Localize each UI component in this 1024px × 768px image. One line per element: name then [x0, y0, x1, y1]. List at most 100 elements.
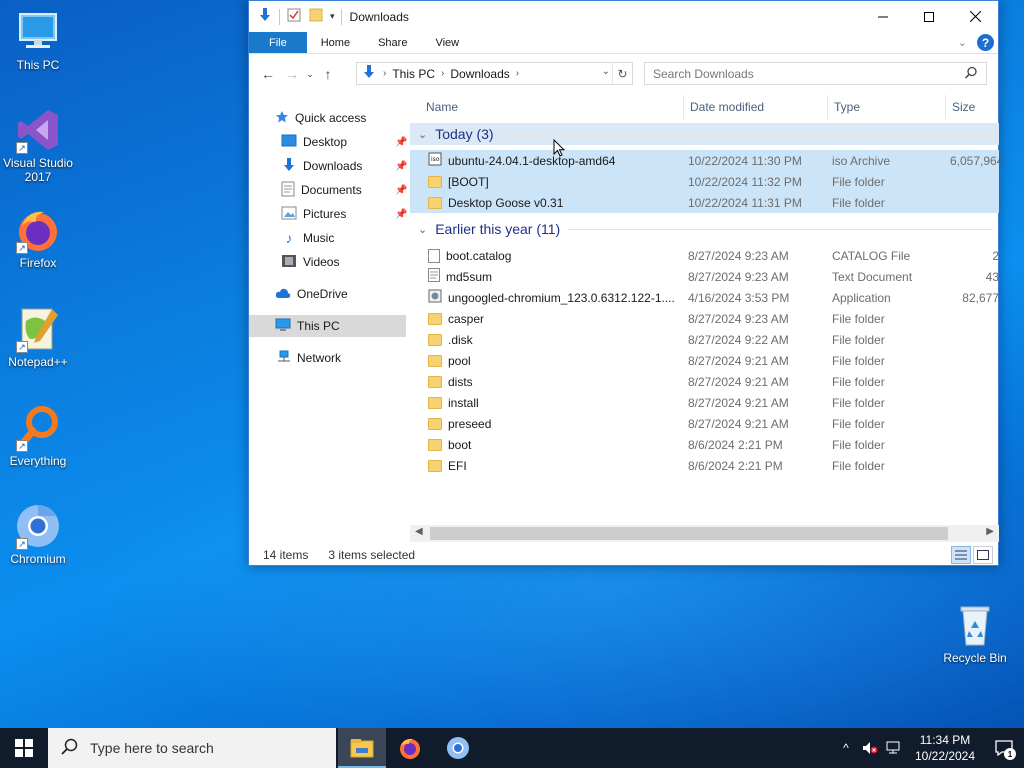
file-type: File folder [832, 458, 885, 473]
table-row[interactable]: dists 8/27/2024 9:21 AM File folder [410, 371, 999, 392]
desktop-icon-firefox[interactable]: ↗ Firefox [0, 206, 76, 270]
nav-documents[interactable]: Documents 📌 [281, 179, 407, 201]
table-row[interactable]: casper 8/27/2024 9:23 AM File folder [410, 308, 999, 329]
scroll-left-icon[interactable]: ◀ [415, 526, 423, 537]
tab-file[interactable]: File [249, 32, 307, 53]
group-header-earlier[interactable]: ⌄ Earlier this year (11) [410, 218, 999, 240]
recent-locations-button[interactable]: ⌄ [304, 62, 316, 86]
up-button[interactable]: ↑ [316, 62, 340, 86]
document-icon [281, 181, 295, 200]
nav-videos[interactable]: Videos [281, 251, 339, 273]
breadcrumb-chevron-icon[interactable]: › [441, 68, 444, 79]
folder-icon [428, 417, 442, 430]
folder-icon [428, 354, 442, 367]
search-input[interactable]: Search Downloads [653, 67, 754, 81]
file-type: File folder [832, 195, 885, 210]
address-bar[interactable]: › This PC › Downloads › ⌄ ↻ [356, 62, 633, 85]
file-explorer-window[interactable]: ▾ Downloads File Home Share View ⌄ ? ← →… [248, 0, 999, 566]
column-header-name[interactable]: Name [420, 95, 684, 119]
desktop-icon-chromium[interactable]: ↗ Chromium [0, 502, 76, 566]
music-note-icon: ♪ [285, 230, 293, 246]
table-row[interactable]: boot 8/6/2024 2:21 PM File folder [410, 434, 999, 455]
file-explorer-icon [350, 739, 374, 758]
taskbar-search-box[interactable]: Type here to search [48, 728, 336, 768]
table-row[interactable]: .disk 8/27/2024 9:22 AM File folder [410, 329, 999, 350]
nav-desktop[interactable]: Desktop 📌 [281, 131, 407, 153]
file-list[interactable]: Name Date modified Type Size ⌄ Today (3)… [410, 95, 999, 525]
divider [279, 8, 280, 25]
table-row[interactable]: install 8/27/2024 9:21 AM File folder [410, 392, 999, 413]
notification-badge: 1 [1004, 748, 1016, 760]
volume-muted-icon[interactable] [858, 728, 882, 768]
column-header-type[interactable]: Type [828, 95, 946, 119]
table-row[interactable]: preseed 8/27/2024 9:21 AM File folder [410, 413, 999, 434]
taskbar-file-explorer[interactable] [338, 728, 386, 768]
table-row[interactable]: pool 8/27/2024 9:21 AM File folder [410, 350, 999, 371]
network-icon[interactable] [882, 728, 906, 768]
tab-view[interactable]: View [421, 32, 473, 53]
breadcrumb-chevron-icon[interactable]: › [516, 68, 519, 79]
table-row[interactable]: [BOOT] 10/22/2024 11:32 PM File folder [410, 171, 999, 192]
nav-pictures[interactable]: Pictures 📌 [281, 203, 407, 225]
scroll-right-icon[interactable]: ▶ [986, 526, 994, 537]
file-name: Desktop Goose v0.31 [448, 195, 564, 210]
action-center-button[interactable]: 1 [984, 728, 1024, 768]
expand-ribbon-icon[interactable]: ⌄ [958, 36, 967, 49]
maximize-button[interactable] [906, 1, 952, 32]
breadcrumb-downloads[interactable]: Downloads [450, 67, 509, 81]
show-hidden-icons-chevron-icon[interactable]: ^ [834, 728, 858, 768]
properties-checkbox-icon[interactable] [286, 7, 302, 26]
file-type: Text Document [832, 269, 913, 284]
title-bar[interactable]: ▾ Downloads [249, 1, 998, 32]
taskbar-clock[interactable]: 11:34 PM 10/22/2024 [906, 732, 984, 764]
nav-this-pc[interactable]: This PC [249, 315, 406, 337]
column-header-date[interactable]: Date modified [684, 95, 828, 119]
search-box[interactable]: Search Downloads [644, 62, 987, 85]
taskbar-search-input[interactable]: Type here to search [90, 740, 214, 756]
desktop-icon-recycle-bin[interactable]: Recycle Bin [937, 601, 1013, 665]
nav-onedrive[interactable]: OneDrive [275, 283, 348, 305]
tab-share[interactable]: Share [364, 32, 421, 53]
desktop-icon-notepad-plus-plus[interactable]: ↗ Notepad++ [0, 305, 76, 369]
forward-button[interactable]: → [280, 62, 304, 86]
file-name: install [448, 395, 479, 410]
help-icon[interactable]: ? [977, 34, 994, 51]
file-size: 6,057,964 [950, 153, 999, 168]
file-date: 10/22/2024 11:31 PM [688, 195, 802, 210]
large-icons-view-icon[interactable] [973, 546, 993, 564]
file-name: boot.catalog [446, 248, 512, 263]
desktop-icon-everything[interactable]: ↗ Everything [0, 404, 76, 468]
group-header-today[interactable]: ⌄ Today (3) [410, 123, 999, 145]
refresh-button[interactable]: ↻ [612, 63, 632, 84]
qat-dropdown-icon[interactable]: ▾ [330, 11, 335, 22]
details-view-icon[interactable] [951, 546, 971, 564]
taskbar-chromium[interactable] [434, 728, 482, 768]
nav-quick-access[interactable]: Quick access [275, 107, 366, 129]
breadcrumb-chevron-icon[interactable]: › [383, 68, 386, 79]
breadcrumb-this-pc[interactable]: This PC [392, 67, 435, 81]
table-row[interactable]: boot.catalog 8/27/2024 9:23 AM CATALOG F… [410, 245, 999, 266]
nav-network[interactable]: Network [275, 347, 341, 369]
new-folder-icon[interactable] [308, 7, 324, 26]
table-row[interactable]: EFI 8/6/2024 2:21 PM File folder [410, 455, 999, 476]
taskbar-firefox[interactable] [386, 728, 434, 768]
desktop-icon-this-pc[interactable]: This PC [0, 8, 76, 72]
scrollbar-thumb[interactable] [430, 527, 948, 540]
start-button[interactable] [0, 728, 48, 768]
minimize-button[interactable] [860, 1, 906, 32]
table-row[interactable]: Desktop Goose v0.31 10/22/2024 11:31 PM … [410, 192, 999, 213]
back-button[interactable]: ← [256, 62, 280, 86]
tab-home[interactable]: Home [307, 32, 364, 53]
nav-downloads[interactable]: Downloads 📌 [281, 155, 407, 177]
desktop-icon-label: Visual Studio 2017 [3, 156, 73, 184]
table-row[interactable]: ungoogled-chromium_123.0.6312.122-1.... … [410, 287, 999, 308]
close-button[interactable] [952, 1, 998, 32]
table-row[interactable]: md5sum 8/27/2024 9:23 AM Text Document 4… [410, 266, 999, 287]
desktop-icon-visual-studio[interactable]: ↗ Visual Studio 2017 [0, 106, 76, 184]
table-row[interactable]: iso ubuntu-24.04.1-desktop-amd64 10/22/20… [410, 150, 999, 171]
shortcut-arrow-icon: ↗ [16, 142, 28, 154]
address-dropdown-icon[interactable]: ⌄ [602, 66, 610, 77]
nav-music[interactable]: ♪ Music [281, 227, 335, 249]
horizontal-scrollbar[interactable]: ◀ ▶ [410, 525, 999, 542]
column-header-size[interactable]: Size [946, 95, 999, 119]
